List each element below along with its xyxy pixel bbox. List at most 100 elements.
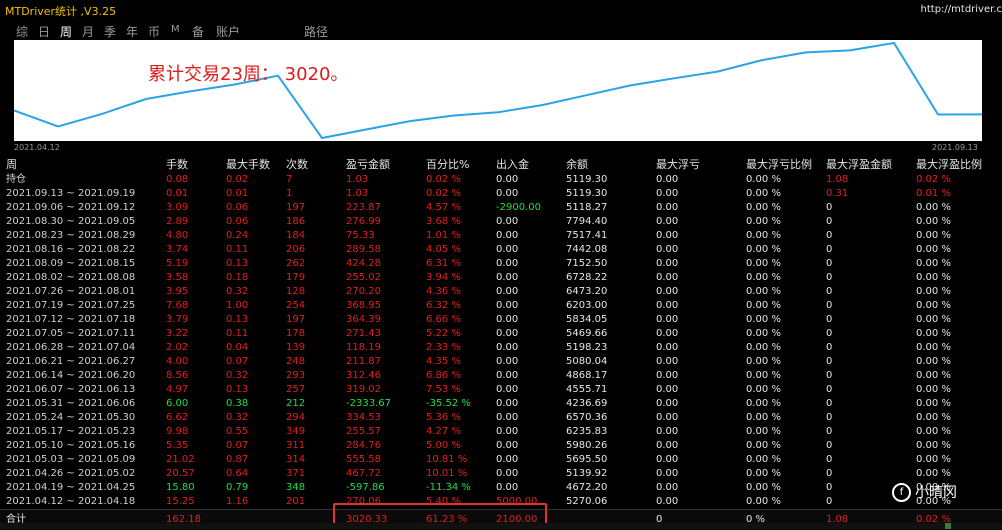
table-row[interactable]: 2021.07.26 ~ 2021.08.01 3.95 0.32 128 270.20… — [0, 285, 1002, 299]
cell-lots: 4.00 — [166, 356, 189, 367]
table-row[interactable]: 2021.06.21 ~ 2021.06.27 4.00 0.07 248 211.87… — [0, 355, 1002, 369]
cell-max-fp-pct: 0.00 % — [916, 286, 951, 297]
table-row[interactable]: 2021.05.10 ~ 2021.05.16 5.35 0.07 311 284.76… — [0, 439, 1002, 453]
cell-week: 2021.06.28 ~ 2021.07.04 — [6, 342, 136, 353]
column-header-max-dd[interactable]: 最大浮亏 — [656, 156, 700, 172]
table-row[interactable]: 2021.09.13 ~ 2021.09.19 0.01 0.01 1 1.03 0.02… — [0, 187, 1002, 201]
table-row[interactable]: 2021.06.14 ~ 2021.06.20 8.56 0.32 293 312.46… — [0, 369, 1002, 383]
tab-m[interactable]: M — [171, 24, 180, 35]
cell-max-lots: 0.32 — [226, 370, 249, 381]
watermark-text: 小晴冈 — [915, 485, 957, 501]
table-row[interactable]: 2021.08.30 ~ 2021.09.05 2.89 0.06 186 276.99… — [0, 215, 1002, 229]
column-header-pct[interactable]: 百分比% — [426, 156, 469, 172]
cell-max-fp: 0 — [826, 496, 833, 507]
table-row[interactable]: 2021.08.09 ~ 2021.08.15 5.19 0.13 262 424.28… — [0, 257, 1002, 271]
column-header-balance[interactable]: 余额 — [566, 156, 588, 172]
cell-count: 311 — [286, 440, 306, 451]
cell-max-fp: 0 — [826, 384, 833, 395]
cell-max-dd-pct: 0.00 % — [746, 286, 781, 297]
cell-flow: 0.00 — [496, 230, 519, 241]
cell-max-dd: 0.00 — [656, 314, 679, 325]
tab-path[interactable]: 路径 — [304, 23, 328, 40]
cell-max-dd-pct: 0.00 % — [746, 328, 781, 339]
cell-max-lots: 0.87 — [226, 454, 249, 465]
horizontal-scrollbar[interactable] — [0, 523, 1002, 529]
cell-pct: -35.52 % — [426, 398, 471, 409]
table-row[interactable]: 2021.05.24 ~ 2021.05.30 6.62 0.32 294 334.53… — [0, 411, 1002, 425]
cell-pct: 3.94 % — [426, 272, 461, 283]
table-row[interactable]: 持仓 0.08 0.02 7 1.03 0.02 % 0.00 5119.30 0.00 0.00… — [0, 173, 1002, 187]
column-header-max-fp[interactable]: 最大浮盈金额 — [826, 156, 892, 172]
cell-week: 2021.08.30 ~ 2021.09.05 — [6, 216, 136, 227]
cell-max-fp: 0 — [826, 454, 833, 465]
tab-notes[interactable]: 备 — [192, 23, 204, 40]
column-header-max-lots[interactable]: 最大手数 — [226, 156, 270, 172]
cell-pnl: 284.76 — [346, 440, 381, 451]
table-row[interactable]: 2021.08.02 ~ 2021.08.08 3.58 0.18 179 255.02… — [0, 271, 1002, 285]
cell-max-fp: 0 — [826, 342, 833, 353]
cell-balance: 5198.23 — [566, 342, 608, 353]
column-header-max-fp-pct[interactable]: 最大浮盈比例 — [916, 156, 982, 172]
cell-max-fp: 0.31 — [826, 188, 849, 199]
cell-max-fp: 0 — [826, 440, 833, 451]
table-row[interactable]: 2021.07.19 ~ 2021.07.25 7.68 1.00 254 368.95… — [0, 299, 1002, 313]
column-header-count[interactable]: 次数 — [286, 156, 308, 172]
cell-max-lots: 0.64 — [226, 468, 249, 479]
cell-flow: 0.00 — [496, 216, 519, 227]
tab-summary[interactable]: 综 — [16, 23, 28, 40]
cell-week: 2021.06.21 ~ 2021.06.27 — [6, 356, 136, 367]
tab-currency[interactable]: 币 — [148, 23, 160, 40]
table-row[interactable]: 2021.09.06 ~ 2021.09.12 3.09 0.06 197 223.87… — [0, 201, 1002, 215]
cell-max-lots: 0.11 — [226, 244, 249, 255]
table-row[interactable]: 2021.08.16 ~ 2021.08.22 3.74 0.11 206 289.58… — [0, 243, 1002, 257]
cell-max-dd: 0.00 — [656, 174, 679, 185]
table-row[interactable]: 2021.07.12 ~ 2021.07.18 3.79 0.13 197 364.39… — [0, 313, 1002, 327]
cell-max-lots: 0.38 — [226, 398, 249, 409]
cell-max-dd-pct: 0.00 % — [746, 174, 781, 185]
cell-balance: 5980.26 — [566, 440, 608, 451]
tab-quarter[interactable]: 季 — [104, 23, 116, 40]
cell-balance: 5469.66 — [566, 328, 608, 339]
chart-annotation: 累计交易23周： 3020。 — [148, 64, 349, 85]
cell-pct: 5.22 % — [426, 328, 461, 339]
table-row[interactable]: 2021.06.28 ~ 2021.07.04 2.02 0.04 139 118.19… — [0, 341, 1002, 355]
table-row[interactable]: 2021.05.31 ~ 2021.06.06 6.00 0.38 212 -2333.… — [0, 397, 1002, 411]
cell-max-fp-pct: 0.00 % — [916, 412, 951, 423]
cell-max-dd: 0.00 — [656, 370, 679, 381]
tab-month[interactable]: 月 — [82, 23, 94, 40]
cell-balance: 4868.17 — [566, 370, 608, 381]
cell-max-dd-pct: 0.00 % — [746, 188, 781, 199]
column-header-week[interactable]: 周 — [6, 156, 17, 172]
cell-flow: 0.00 — [496, 300, 519, 311]
cell-flow: 0.00 — [496, 174, 519, 185]
site-link[interactable]: http://mtdriver.c — [921, 4, 1002, 15]
tab-account[interactable]: 账户 — [216, 23, 240, 40]
table-row[interactable]: 2021.07.05 ~ 2021.07.11 3.22 0.11 178 271.43… — [0, 327, 1002, 341]
cell-count: 206 — [286, 244, 306, 255]
table-row[interactable]: 2021.05.17 ~ 2021.05.23 9.98 0.55 349 255.57… — [0, 425, 1002, 439]
cell-flow: 0.00 — [496, 356, 519, 367]
cell-week: 持仓 — [6, 174, 26, 185]
cell-max-dd: 0.00 — [656, 426, 679, 437]
cell-max-dd-pct: 0.00 % — [746, 412, 781, 423]
cell-week: 2021.05.10 ~ 2021.05.16 — [6, 440, 136, 451]
column-header-pnl[interactable]: 盈亏金额 — [346, 156, 390, 172]
cell-lots: 5.35 — [166, 440, 189, 451]
table-row[interactable]: 2021.05.03 ~ 2021.05.09 21.02 0.87 314 555.5… — [0, 453, 1002, 467]
column-header-max-dd-pct[interactable]: 最大浮亏比例 — [746, 156, 812, 172]
table-row[interactable]: 2021.04.26 ~ 2021.05.02 20.57 0.64 371 467.7… — [0, 467, 1002, 481]
cell-max-dd-pct: 0.00 % — [746, 314, 781, 325]
cell-max-dd-pct: 0.00 % — [746, 468, 781, 479]
cell-max-lots: 0.06 — [226, 216, 249, 227]
tab-day[interactable]: 日 — [38, 23, 50, 40]
tab-week[interactable]: 周 — [60, 23, 73, 41]
tab-year[interactable]: 年 — [126, 23, 138, 40]
table-row[interactable]: 2021.06.07 ~ 2021.06.13 4.97 0.13 257 319.02… — [0, 383, 1002, 397]
cell-lots: 0.08 — [166, 174, 189, 185]
column-header-flow[interactable]: 出入金 — [496, 156, 529, 172]
cell-lots: 2.02 — [166, 342, 189, 353]
table-row[interactable]: 2021.04.19 ~ 2021.04.25 15.80 0.79 348 -597.… — [0, 481, 1002, 495]
scrollbar-thumb[interactable] — [945, 523, 951, 529]
table-row[interactable]: 2021.08.23 ~ 2021.08.29 4.80 0.24 184 75.33 1… — [0, 229, 1002, 243]
column-header-lots[interactable]: 手数 — [166, 156, 188, 172]
